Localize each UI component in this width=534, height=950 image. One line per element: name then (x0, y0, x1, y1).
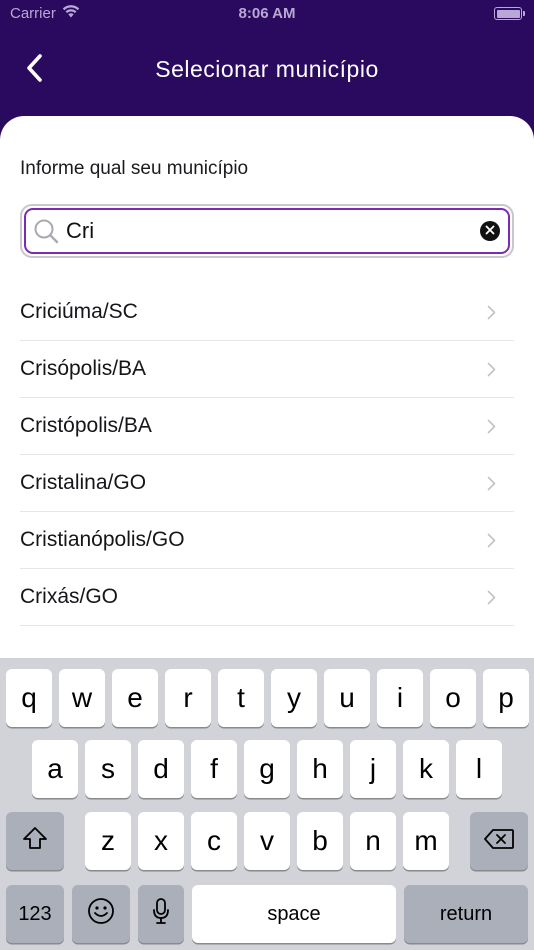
key-b[interactable]: b (297, 812, 343, 870)
chevron-right-icon (487, 419, 496, 434)
search-field-wrapper (20, 204, 514, 258)
key-s[interactable]: s (85, 740, 131, 798)
key-p[interactable]: p (483, 669, 529, 727)
list-item[interactable]: Crisópolis/BA (20, 341, 514, 398)
delete-key[interactable] (470, 812, 528, 870)
shift-key[interactable] (6, 812, 64, 870)
backspace-icon (483, 825, 515, 857)
key-i[interactable]: i (377, 669, 423, 727)
list-item[interactable]: Cristópolis/BA (20, 398, 514, 455)
chevron-right-icon (487, 590, 496, 605)
key-r[interactable]: r (165, 669, 211, 727)
results-list: Criciúma/SC Crisópolis/BA Cristópolis/BA… (20, 284, 514, 626)
nav-header: Selecionar município (0, 28, 534, 116)
return-key[interactable]: return (404, 885, 528, 943)
key-g[interactable]: g (244, 740, 290, 798)
chevron-right-icon (487, 305, 496, 320)
key-x[interactable]: x (138, 812, 184, 870)
key-h[interactable]: h (297, 740, 343, 798)
key-k[interactable]: k (403, 740, 449, 798)
search-field[interactable] (24, 208, 510, 254)
key-u[interactable]: u (324, 669, 370, 727)
result-label: Cristalina/GO (20, 471, 147, 494)
key-d[interactable]: d (138, 740, 184, 798)
key-m[interactable]: m (403, 812, 449, 870)
result-label: Cristianópolis/GO (20, 528, 185, 551)
key-q[interactable]: q (6, 669, 52, 727)
status-time: 8:06 AM (238, 5, 296, 22)
key-v[interactable]: v (244, 812, 290, 870)
status-bar: Carrier 8:06 AM (0, 0, 534, 28)
key-o[interactable]: o (430, 669, 476, 727)
search-input[interactable] (66, 218, 466, 244)
key-z[interactable]: z (85, 812, 131, 870)
chevron-right-icon (487, 362, 496, 377)
search-icon (32, 217, 60, 245)
key-y[interactable]: y (271, 669, 317, 727)
result-label: Criciúma/SC (20, 300, 138, 323)
keyboard: q w e r t y u i o p a s d f g h j k l z … (0, 658, 534, 950)
page-title: Selecionar município (155, 56, 379, 82)
key-e[interactable]: e (112, 669, 158, 727)
space-key[interactable]: space (192, 885, 396, 943)
emoji-key[interactable] (72, 885, 130, 943)
shift-icon (22, 825, 48, 857)
dictation-key[interactable] (138, 885, 184, 943)
key-j[interactable]: j (350, 740, 396, 798)
emoji-icon (87, 897, 115, 932)
result-label: Cristópolis/BA (20, 414, 152, 437)
municipality-field-label: Informe qual seu município (20, 158, 249, 179)
clear-search-button[interactable] (480, 221, 500, 241)
key-t[interactable]: t (218, 669, 264, 727)
list-item[interactable]: Cristalina/GO (20, 455, 514, 512)
result-label: Crixás/GO (20, 585, 119, 608)
key-f[interactable]: f (191, 740, 237, 798)
chevron-right-icon (487, 533, 496, 548)
result-label: Crisópolis/BA (20, 357, 147, 380)
key-c[interactable]: c (191, 812, 237, 870)
chevron-right-icon (487, 476, 496, 491)
clear-icon (485, 222, 495, 240)
list-item[interactable]: Criciúma/SC (20, 284, 514, 341)
list-item[interactable]: Cristianópolis/GO (20, 512, 514, 569)
numbers-key[interactable]: 123 (6, 885, 64, 943)
key-l[interactable]: l (456, 740, 502, 798)
battery-icon (494, 7, 525, 20)
key-a[interactable]: a (32, 740, 78, 798)
key-n[interactable]: n (350, 812, 396, 870)
list-item[interactable]: Crixás/GO (20, 569, 514, 626)
microphone-icon (152, 897, 170, 932)
key-w[interactable]: w (59, 669, 105, 727)
